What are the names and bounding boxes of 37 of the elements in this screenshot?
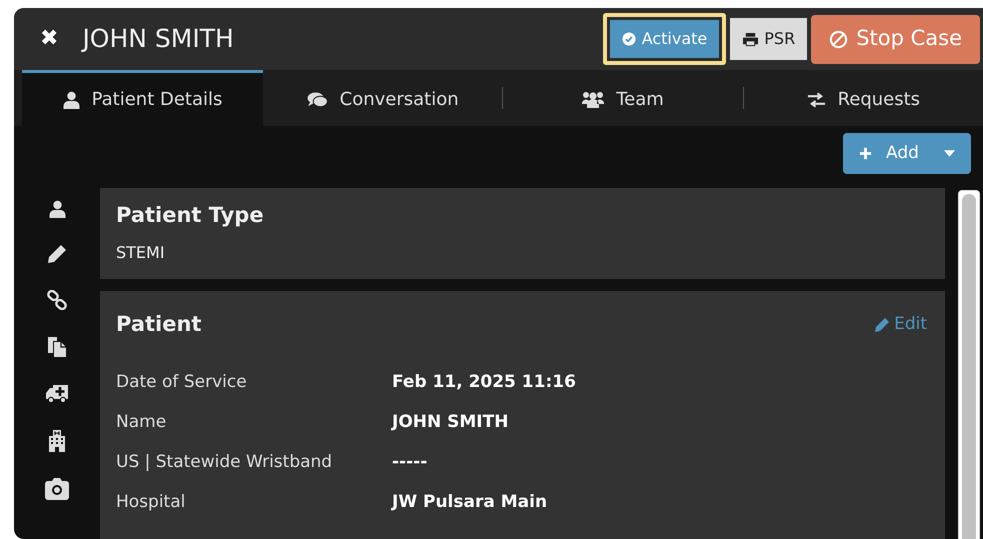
patient-type-value: STEMI (116, 242, 166, 264)
close-icon[interactable]: ✖ (40, 28, 58, 50)
chat-bubbles-icon (306, 92, 328, 108)
plus-icon (859, 147, 872, 160)
pencil-icon (874, 316, 890, 333)
scrollbar-thumb[interactable] (962, 194, 976, 539)
caret-icon (944, 150, 955, 157)
user-icon (62, 90, 80, 108)
field-value: JW Pulsara Main (392, 490, 548, 514)
patient-name-title: JOHN SMITH (82, 23, 234, 56)
printer-icon (742, 32, 760, 46)
user-icon[interactable] (48, 200, 66, 218)
link-icon[interactable] (47, 290, 67, 310)
field-label: Hospital (116, 490, 186, 514)
tab[interactable]: Team (503, 70, 743, 126)
camera-icon[interactable] (44, 478, 70, 500)
field-label: Name (116, 410, 168, 434)
tab[interactable]: Conversation (263, 70, 502, 126)
group-icon (582, 91, 604, 108)
field-value: ----- (392, 450, 428, 474)
card-title: Patient (116, 311, 202, 338)
pencil-icon[interactable] (47, 244, 67, 264)
field-label: US | Statewide Wristband (116, 450, 334, 474)
swap-arrows-icon (806, 92, 826, 108)
documents-icon[interactable] (47, 336, 67, 358)
tab[interactable]: Patient Details (22, 70, 263, 126)
psr-button[interactable]: PSR (730, 18, 808, 60)
field-value: Feb 11, 2025 11:16 (392, 370, 576, 394)
check-circle-icon (622, 32, 636, 46)
ambulance-icon[interactable] (45, 384, 69, 404)
ban-icon (829, 30, 848, 48)
field-label: Date of Service (116, 370, 248, 394)
hospital-icon[interactable] (48, 430, 66, 452)
tab[interactable]: Requests (744, 70, 983, 126)
card-title: Patient Type (116, 202, 265, 229)
field-value: JOHN SMITH (392, 410, 508, 434)
edit-link[interactable]: Edit (874, 312, 927, 338)
